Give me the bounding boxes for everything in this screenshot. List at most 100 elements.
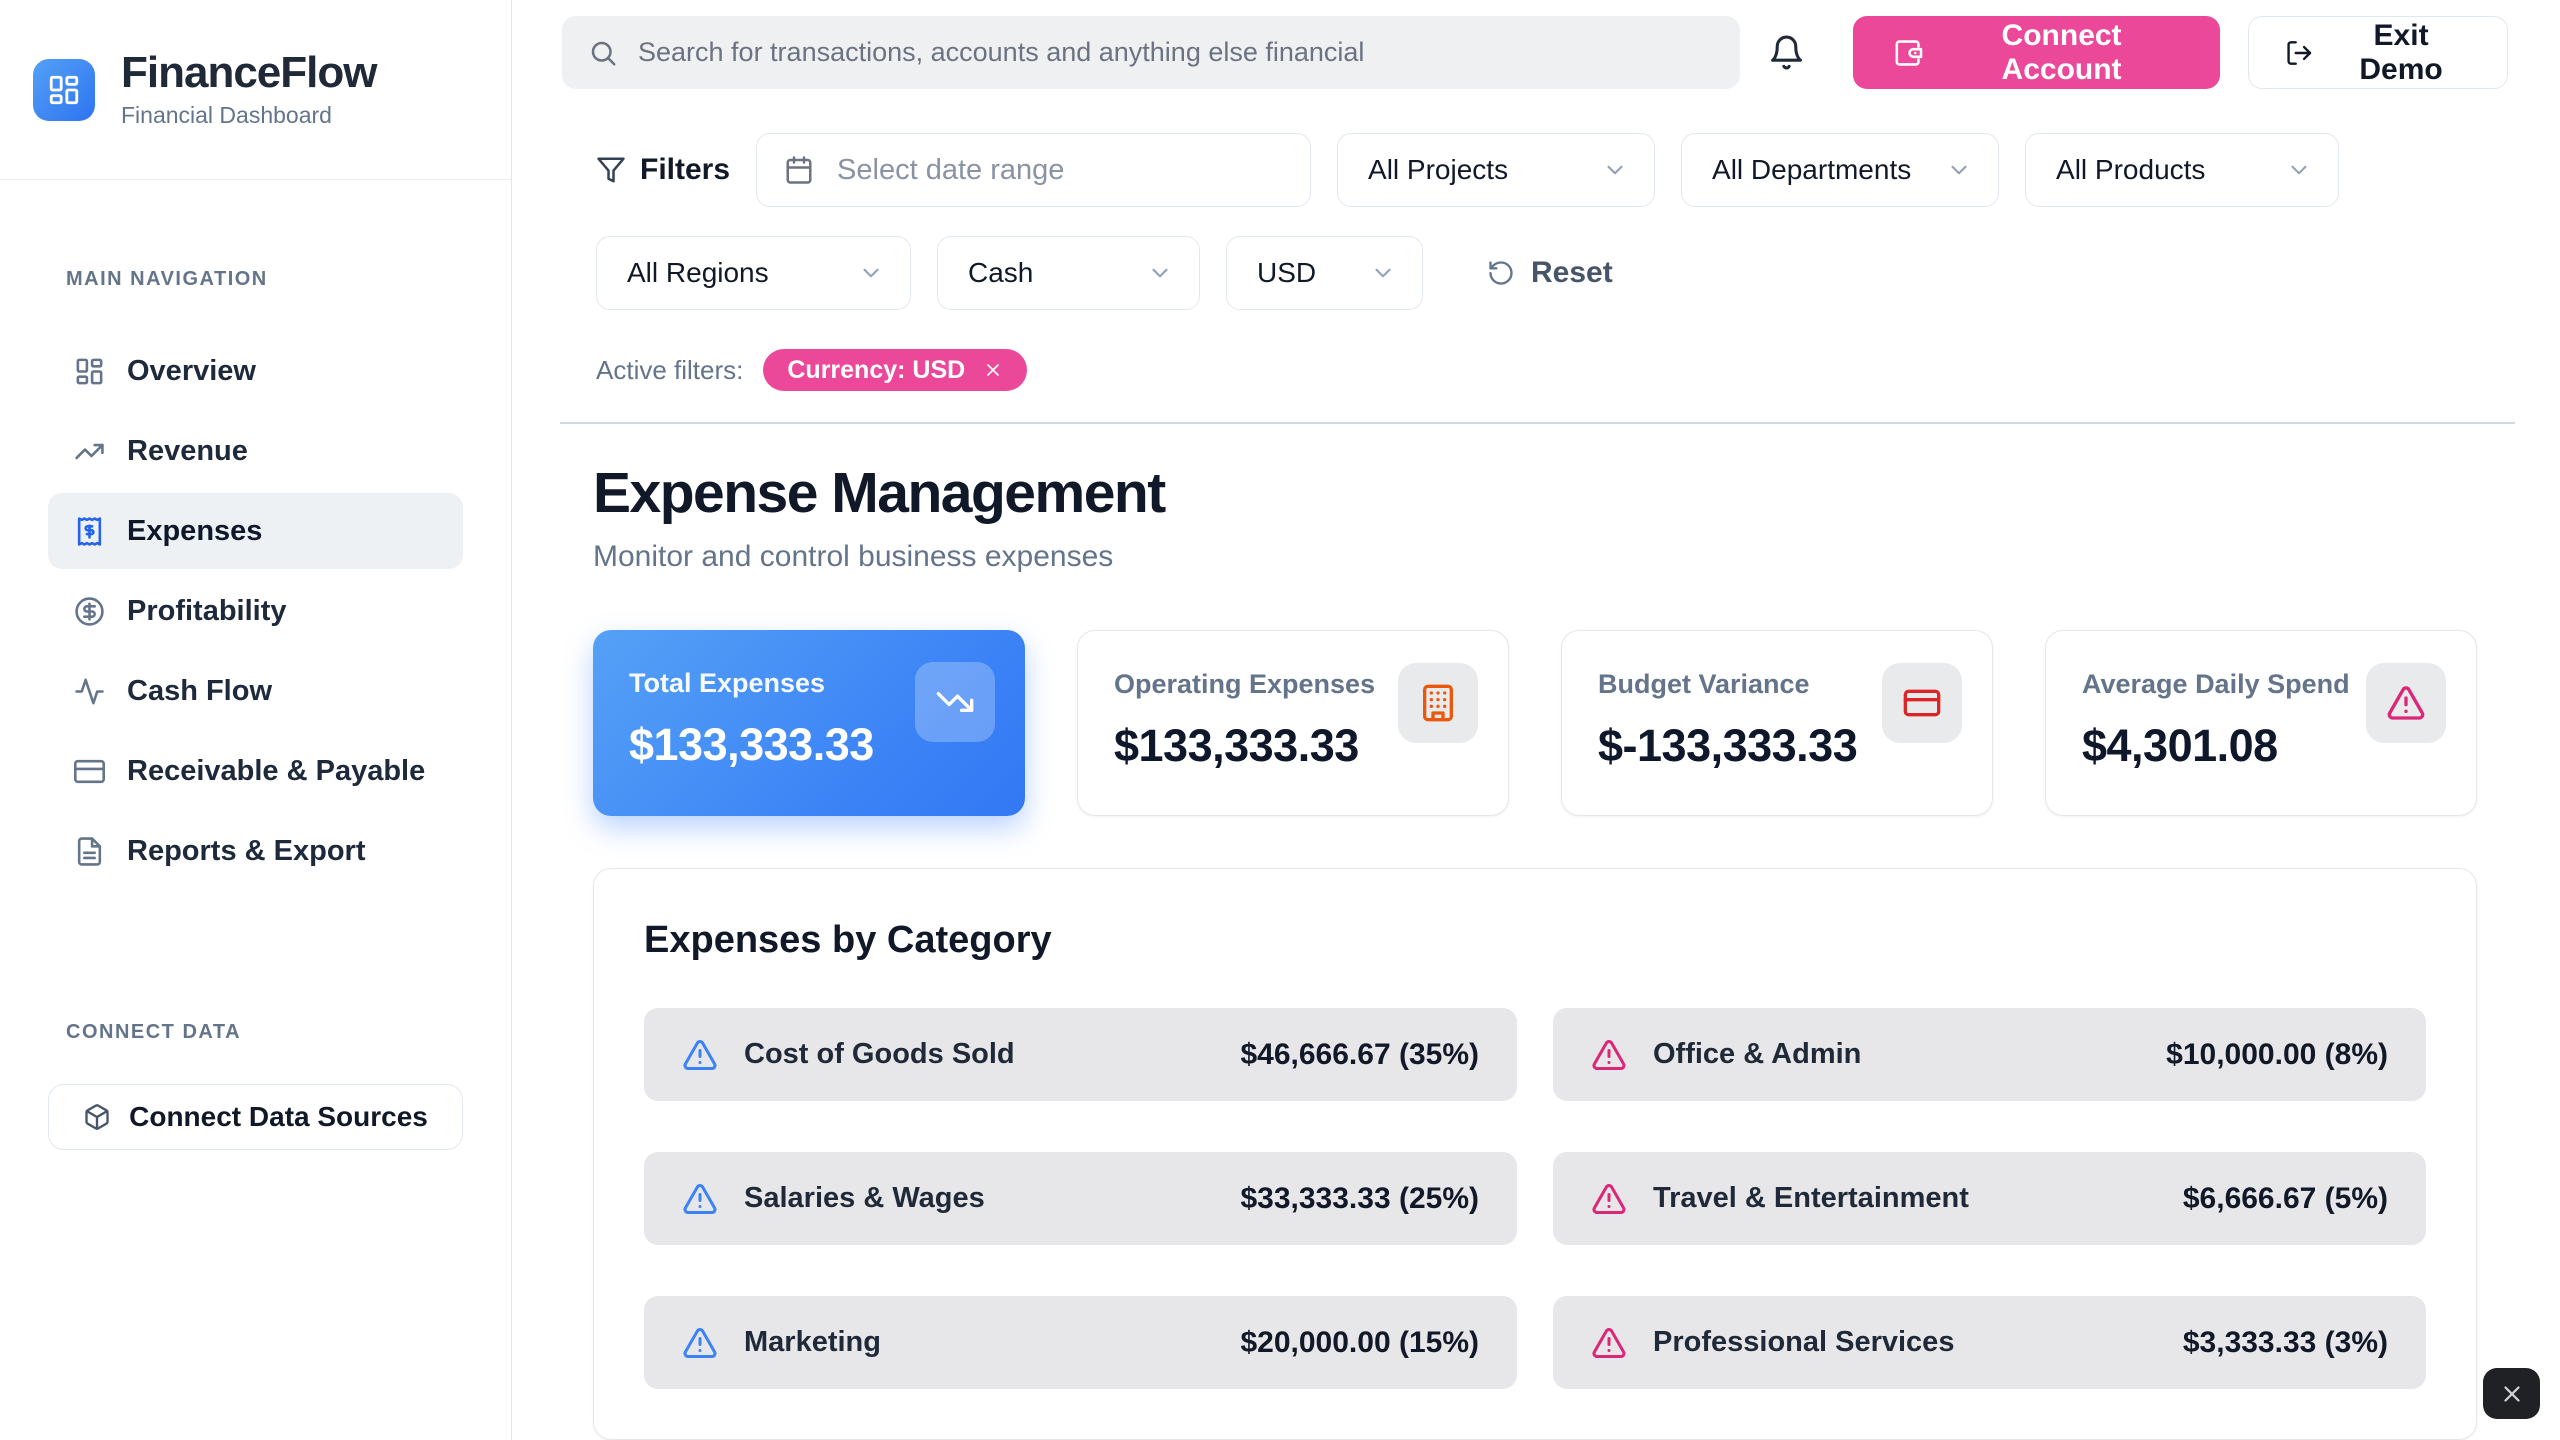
funnel-icon bbox=[596, 155, 626, 185]
category-name: Cost of Goods Sold bbox=[744, 1038, 1240, 1071]
alert-triangle-icon bbox=[1591, 1037, 1627, 1073]
x-icon[interactable] bbox=[983, 360, 1003, 380]
category-value: $10,000.00 (8%) bbox=[2166, 1038, 2388, 1072]
connect-data-sources-button[interactable]: Connect Data Sources bbox=[48, 1084, 463, 1150]
filters-section: Filters All Projects All Departments bbox=[512, 133, 2560, 391]
credit-card-icon bbox=[74, 756, 105, 787]
global-search-input[interactable] bbox=[562, 16, 1740, 89]
topbar: Connect Account Exit Demo bbox=[512, 0, 2560, 105]
app-logo bbox=[33, 59, 95, 121]
expenses-by-category-title: Expenses by Category bbox=[644, 919, 2426, 962]
reset-label: Reset bbox=[1531, 256, 1613, 290]
nav-section-header: MAIN NAVIGATION bbox=[48, 268, 463, 291]
app-name: FinanceFlow bbox=[121, 50, 376, 96]
sidebar-item-label: Reports & Export bbox=[127, 835, 365, 868]
trending-up-icon bbox=[74, 436, 105, 467]
category-list: Cost of Goods Sold $46,666.67 (35%) Offi… bbox=[644, 1008, 2426, 1389]
stat-card-average-daily-spend[interactable]: Average Daily Spend $4,301.08 bbox=[2045, 630, 2477, 816]
sidebar-item-cash-flow[interactable]: Cash Flow bbox=[48, 653, 463, 729]
category-row-cost-of-goods-sold[interactable]: Cost of Goods Sold $46,666.67 (35%) bbox=[644, 1008, 1517, 1101]
sidebar-item-profitability[interactable]: Profitability bbox=[48, 573, 463, 649]
chip-label: Currency: USD bbox=[787, 356, 965, 385]
chevron-down-icon bbox=[1370, 260, 1396, 286]
category-row-professional-services[interactable]: Professional Services $3,333.33 (3%) bbox=[1553, 1296, 2426, 1389]
alert-triangle-icon bbox=[682, 1037, 718, 1073]
sidebar-item-label: Cash Flow bbox=[127, 675, 272, 708]
cube-icon bbox=[83, 1103, 111, 1131]
floating-close-button[interactable] bbox=[2483, 1368, 2540, 1419]
connect-account-label: Connect Account bbox=[1944, 19, 2180, 87]
category-value: $20,000.00 (15%) bbox=[1240, 1326, 1479, 1360]
alert-triangle-icon bbox=[1591, 1325, 1627, 1361]
alert-triangle-icon bbox=[682, 1325, 718, 1361]
category-row-office-admin[interactable]: Office & Admin $10,000.00 (8%) bbox=[1553, 1008, 2426, 1101]
stat-icon-box bbox=[1398, 663, 1478, 743]
sidebar-item-expenses[interactable]: Expenses bbox=[48, 493, 463, 569]
connect-account-button[interactable]: Connect Account bbox=[1853, 16, 2220, 89]
stat-icon-box bbox=[915, 662, 995, 742]
dollar-circle-icon bbox=[74, 596, 105, 627]
filters-label: Filters bbox=[596, 153, 730, 187]
stat-card-total-expenses[interactable]: Total Expenses $133,333.33 bbox=[593, 630, 1025, 816]
app-window: FinanceFlow Financial Dashboard MAIN NAV… bbox=[0, 0, 2560, 1440]
exit-demo-button[interactable]: Exit Demo bbox=[2248, 16, 2508, 89]
stat-card-operating-expenses[interactable]: Operating Expenses $133,333.33 bbox=[1077, 630, 1509, 816]
departments-dropdown-value: All Departments bbox=[1712, 154, 1911, 186]
category-value: $6,666.67 (5%) bbox=[2183, 1182, 2388, 1216]
file-text-icon bbox=[74, 836, 105, 867]
stat-card-budget-variance[interactable]: Budget Variance $-133,333.33 bbox=[1561, 630, 1993, 816]
currency-dropdown[interactable]: USD bbox=[1226, 236, 1423, 310]
alert-triangle-icon bbox=[682, 1181, 718, 1217]
products-dropdown[interactable]: All Products bbox=[2025, 133, 2339, 207]
sidebar-item-label: Receivable & Payable bbox=[127, 755, 425, 788]
category-name: Salaries & Wages bbox=[744, 1182, 1240, 1215]
sidebar-item-label: Profitability bbox=[127, 595, 287, 628]
payment-method-dropdown[interactable]: Cash bbox=[937, 236, 1200, 310]
expenses-by-category-card: Expenses by Category Cost of Goods Sold … bbox=[593, 868, 2477, 1440]
category-row-travel-entertainment[interactable]: Travel & Entertainment $6,666.67 (5%) bbox=[1553, 1152, 2426, 1245]
sidebar-item-reports-export[interactable]: Reports & Export bbox=[48, 813, 463, 889]
search-icon bbox=[588, 38, 618, 68]
stat-icon-box bbox=[1882, 663, 1962, 743]
main-navigation: MAIN NAVIGATION Overview Revenue bbox=[0, 180, 511, 889]
connect-data-header: CONNECT DATA bbox=[0, 1021, 511, 1044]
category-row-salaries-wages[interactable]: Salaries & Wages $33,333.33 (25%) bbox=[644, 1152, 1517, 1245]
alert-triangle-icon bbox=[2386, 683, 2426, 723]
sidebar-item-receivable-payable[interactable]: Receivable & Payable bbox=[48, 733, 463, 809]
category-name: Office & Admin bbox=[1653, 1038, 2166, 1071]
category-name: Marketing bbox=[744, 1326, 1240, 1359]
category-value: $33,333.33 (25%) bbox=[1240, 1182, 1479, 1216]
payment-method-dropdown-value: Cash bbox=[968, 257, 1033, 289]
chevron-down-icon bbox=[1946, 157, 1972, 183]
activity-icon bbox=[74, 676, 105, 707]
departments-dropdown[interactable]: All Departments bbox=[1681, 133, 1999, 207]
wallet-icon bbox=[1893, 37, 1924, 69]
rotate-ccw-icon bbox=[1487, 259, 1515, 287]
page-title: Expense Management bbox=[593, 460, 2477, 526]
log-out-icon bbox=[2285, 38, 2314, 68]
category-value: $46,666.67 (35%) bbox=[1240, 1038, 1479, 1072]
regions-dropdown[interactable]: All Regions bbox=[596, 236, 911, 310]
dashboard-grid-icon bbox=[74, 356, 105, 387]
category-row-marketing[interactable]: Marketing $20,000.00 (15%) bbox=[644, 1296, 1517, 1389]
dashboard-grid-icon bbox=[47, 73, 81, 107]
connect-data-sources-label: Connect Data Sources bbox=[129, 1101, 428, 1133]
category-name: Professional Services bbox=[1653, 1326, 2183, 1359]
reset-filters-button[interactable]: Reset bbox=[1487, 256, 1613, 290]
stat-icon-box bbox=[2366, 663, 2446, 743]
date-range-input[interactable] bbox=[756, 133, 1311, 207]
projects-dropdown[interactable]: All Projects bbox=[1337, 133, 1655, 207]
category-name: Travel & Entertainment bbox=[1653, 1182, 2183, 1215]
logo-section: FinanceFlow Financial Dashboard bbox=[0, 0, 511, 180]
sidebar-item-revenue[interactable]: Revenue bbox=[48, 413, 463, 489]
active-filter-chip-currency[interactable]: Currency: USD bbox=[763, 349, 1027, 391]
notifications-button[interactable] bbox=[1768, 34, 1805, 71]
currency-dropdown-value: USD bbox=[1257, 257, 1316, 289]
main-area: Connect Account Exit Demo Filters bbox=[512, 0, 2560, 1440]
projects-dropdown-value: All Projects bbox=[1368, 154, 1508, 186]
x-icon bbox=[2499, 1381, 2525, 1407]
exit-demo-label: Exit Demo bbox=[2331, 19, 2471, 87]
calendar-icon bbox=[784, 155, 814, 185]
alert-triangle-icon bbox=[1591, 1181, 1627, 1217]
sidebar-item-overview[interactable]: Overview bbox=[48, 333, 463, 409]
